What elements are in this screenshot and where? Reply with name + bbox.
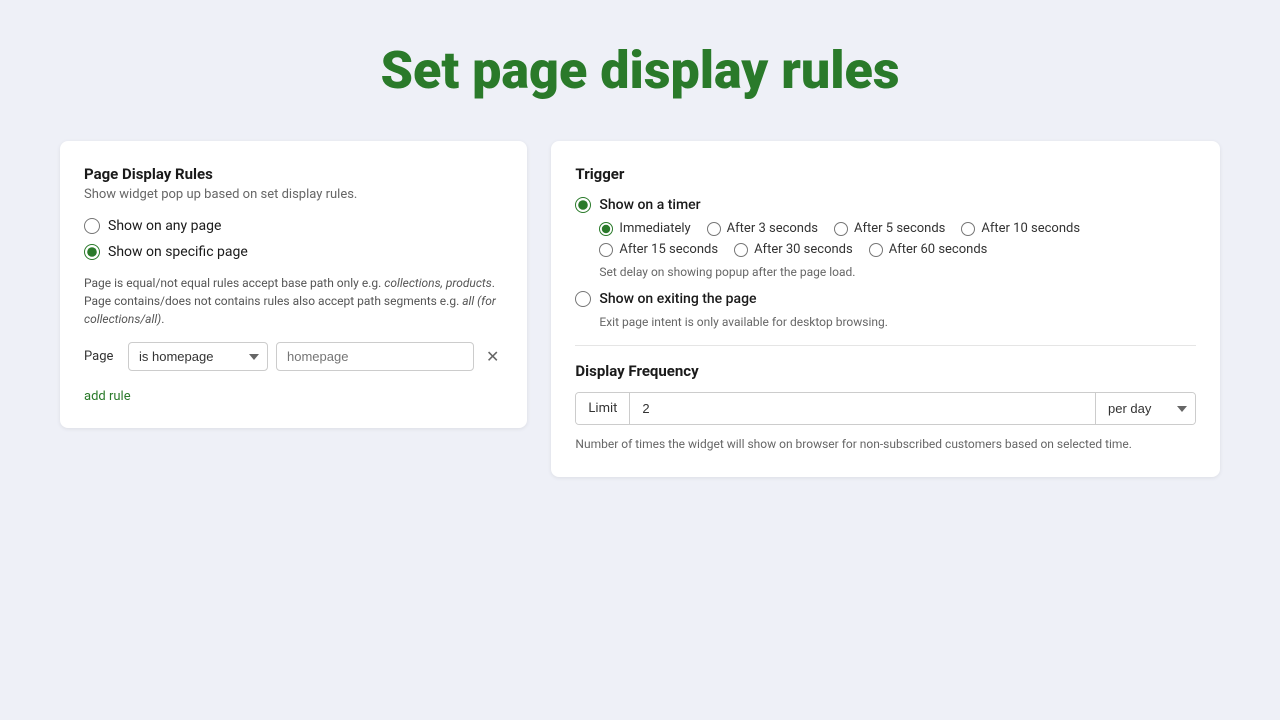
timer-immediately-label: Immediately [619, 221, 690, 236]
frequency-period-select[interactable]: per day per week per month [1095, 393, 1195, 424]
timer-after-10-label: After 10 seconds [981, 221, 1080, 236]
page-rule-info: Page is equal/not equal rules accept bas… [84, 274, 503, 328]
page-title: Set page display rules [60, 40, 1220, 101]
timer-after-5[interactable]: After 5 seconds [834, 221, 945, 236]
trigger-timer-option: Show on a timer Immediately After 3 seco… [575, 197, 1196, 279]
frequency-title: Display Frequency [575, 362, 1196, 380]
trigger-exit-radio[interactable] [575, 291, 591, 307]
timer-after-30-radio[interactable] [734, 243, 748, 257]
divider [575, 345, 1196, 346]
clear-rule-button[interactable]: ✕ [482, 345, 503, 369]
left-panel-title: Page Display Rules [84, 165, 503, 183]
timer-immediately-radio[interactable] [599, 222, 613, 236]
page-rule-row: Page is homepage is not homepage contain… [84, 342, 503, 371]
radio-any-page-input[interactable] [84, 218, 100, 234]
timer-after-3-radio[interactable] [707, 222, 721, 236]
timer-after-10[interactable]: After 10 seconds [961, 221, 1080, 236]
page-label: Page [84, 349, 120, 364]
page-value-input[interactable] [276, 342, 474, 371]
frequency-row: Limit per day per week per month [575, 392, 1196, 425]
trigger-section-title: Trigger [575, 165, 1196, 183]
radio-specific-page-label: Show on specific page [108, 244, 248, 260]
page-wrapper: Set page display rules Page Display Rule… [0, 0, 1280, 720]
timer-after-15-label: After 15 seconds [619, 242, 718, 257]
timer-options-group: Immediately After 3 seconds After 5 seco… [599, 221, 1196, 257]
add-rule-link[interactable]: add rule [84, 389, 131, 404]
timer-after-30[interactable]: After 30 seconds [734, 242, 853, 257]
timer-immediately[interactable]: Immediately [599, 221, 690, 236]
page-condition-dropdown[interactable]: is homepage is not homepage contains doe… [128, 342, 268, 371]
page-display-radio-group: Show on any page Show on specific page [84, 218, 503, 260]
radio-specific-page-input[interactable] [84, 244, 100, 260]
page-title-part1: Set page display [380, 40, 781, 101]
trigger-exit-option: Show on exiting the page Exit page inten… [575, 291, 1196, 329]
trigger-timer-label[interactable]: Show on a timer [575, 197, 1196, 213]
trigger-exit-text: Show on exiting the page [599, 291, 756, 307]
frequency-description: Number of times the widget will show on … [575, 435, 1196, 453]
timer-after-60-label: After 60 seconds [889, 242, 988, 257]
trigger-timer-radio[interactable] [575, 197, 591, 213]
timer-after-15[interactable]: After 15 seconds [599, 242, 718, 257]
frequency-input[interactable] [630, 393, 1095, 424]
timer-after-60-radio[interactable] [869, 243, 883, 257]
trigger-exit-label[interactable]: Show on exiting the page [575, 291, 1196, 307]
timer-after-60[interactable]: After 60 seconds [869, 242, 988, 257]
trigger-timer-text: Show on a timer [599, 197, 700, 213]
right-panel: Trigger Show on a timer Immediately Afte… [551, 141, 1220, 477]
delay-info-text: Set delay on showing popup after the pag… [599, 265, 1196, 279]
timer-after-15-radio[interactable] [599, 243, 613, 257]
timer-after-5-radio[interactable] [834, 222, 848, 236]
panels-row: Page Display Rules Show widget pop up ba… [60, 141, 1220, 477]
timer-after-5-label: After 5 seconds [854, 221, 945, 236]
timer-after-3[interactable]: After 3 seconds [707, 221, 818, 236]
timer-after-3-label: After 3 seconds [727, 221, 818, 236]
page-title-part2: rules [781, 40, 899, 101]
left-panel-subtitle: Show widget pop up based on set display … [84, 187, 503, 202]
exit-info-text: Exit page intent is only available for d… [599, 315, 1196, 329]
left-panel: Page Display Rules Show widget pop up ba… [60, 141, 527, 428]
radio-any-page[interactable]: Show on any page [84, 218, 503, 234]
radio-any-page-label: Show on any page [108, 218, 221, 234]
radio-specific-page[interactable]: Show on specific page [84, 244, 503, 260]
frequency-label: Limit [576, 393, 630, 424]
timer-after-30-label: After 30 seconds [754, 242, 853, 257]
timer-after-10-radio[interactable] [961, 222, 975, 236]
